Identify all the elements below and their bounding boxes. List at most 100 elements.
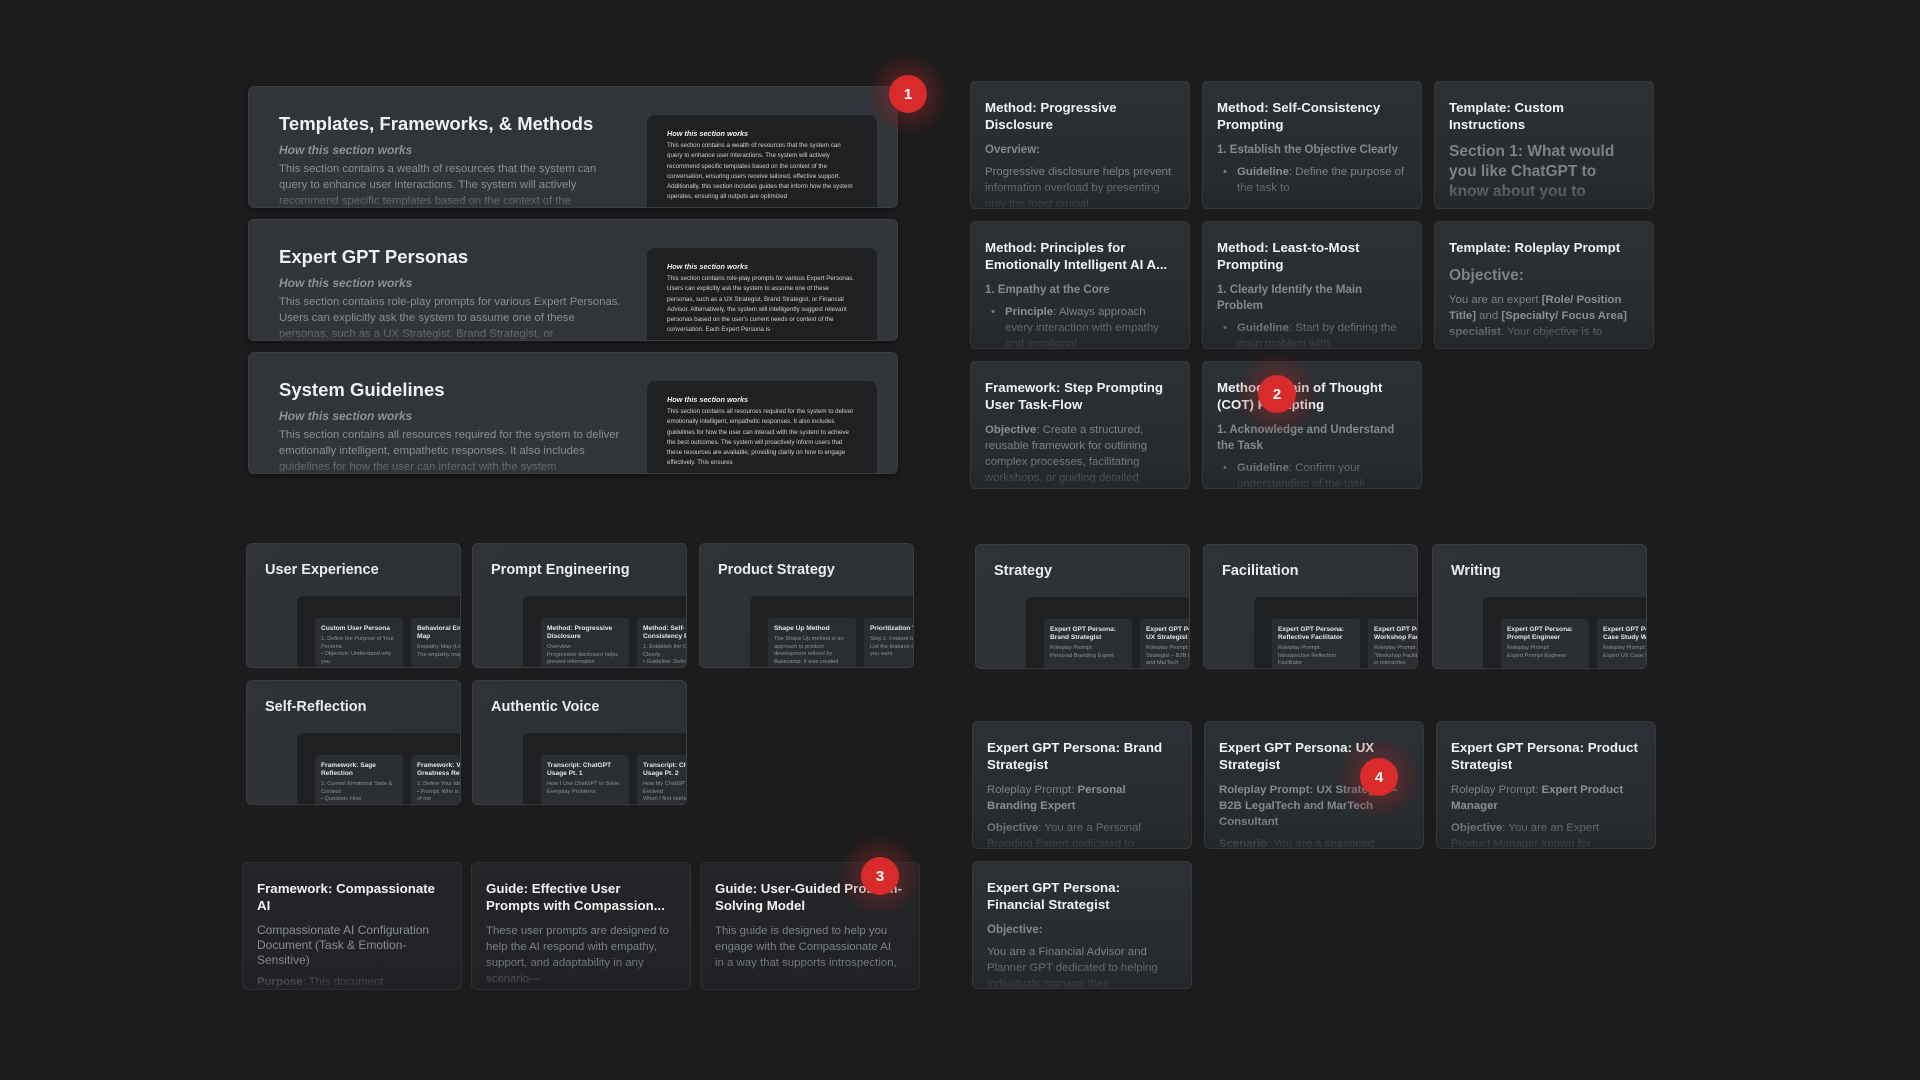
- mini-card-line: • Guideline: Define: [643, 659, 687, 665]
- mini-card-line: 1. Current Emotional State & Context:: [321, 781, 393, 795]
- guide-card[interactable]: Guide: Effective User Prompts with Compa…: [471, 862, 691, 990]
- preview-mini-card: Transcript: ChatGPT Usage Pt. 2 How My Ch…: [637, 755, 687, 804]
- mini-card-line: The Shape Up method is an approach to pr…: [774, 636, 844, 665]
- preview-mini-card: Expert GPT Persona: UX Strategist Rolepla…: [1140, 619, 1189, 668]
- section-card-templates[interactable]: Templates, Frameworks, & Methods How thi…: [248, 86, 898, 208]
- mini-card-title: Framework: Vision of Greatness Reflectio…: [417, 762, 461, 777]
- card-body: Section 1: What would you like ChatGPT t…: [1449, 142, 1637, 202]
- mini-card-line: How I Use ChatGPT to Solve Everyday Prob…: [547, 781, 620, 795]
- preview-mini-card: Expert GPT Persona: Reflective Facilitat…: [1272, 619, 1360, 668]
- card-body: Roleplay Prompt: Expert Product Manager …: [1451, 784, 1624, 849]
- persona-card[interactable]: Expert GPT Persona: Brand Strategist Rol…: [972, 721, 1192, 849]
- category-card[interactable]: User Experience Custom User Persona 1. Def…: [246, 543, 461, 668]
- card-title: Method: Progressive Disclosure: [985, 100, 1117, 132]
- card-body: Overview: Progressive disclosure helps p…: [985, 142, 1173, 209]
- category-card[interactable]: Authentic Voice Transcript: ChatGPT Usage…: [472, 680, 687, 805]
- persona-card[interactable]: Expert GPT Persona: Product Strategist R…: [1436, 721, 1656, 849]
- category-card[interactable]: Product Strategy Shape Up Method The Shape…: [699, 543, 914, 668]
- mini-card-line: 1. Define the Purpose of Your Persona: [321, 636, 395, 650]
- card-title: Expert GPT Persona: Brand Strategist: [987, 740, 1163, 772]
- card-body: 1. Acknowledge and Understand the Task G…: [1217, 422, 1405, 488]
- category-title: User Experience: [265, 562, 379, 578]
- card-bullet: Principle: Always approach every interac…: [991, 304, 1173, 348]
- preview-body: This section contains all resources requ…: [667, 408, 854, 467]
- card-text: Progressive disclosure helps prevent inf…: [985, 166, 1172, 209]
- mini-card-line: Progressive disclosure helps prevent inf…: [547, 651, 619, 666]
- mini-card-title: Transcript: ChatGPT Usage Pt. 1: [547, 762, 612, 777]
- mini-card-line: How My ChatGPT Workflow Evolved: [643, 781, 687, 795]
- resource-card[interactable]: Template: Custom Instructions Section 1:…: [1434, 81, 1654, 209]
- card-title: Method: Least-to-Most Prompting: [1217, 240, 1360, 272]
- section-subtitle: How this section works: [279, 409, 413, 423]
- preview-body: This section contains role-play prompts …: [667, 275, 855, 334]
- preview-mini-card: Behavioral Empathy Map Empathy Map (Left …: [411, 618, 460, 667]
- preview-mini-card: Framework: Vision of Greatness Reflectio…: [411, 755, 461, 804]
- category-title: Product Strategy: [718, 562, 835, 578]
- card-heading: Overview:: [985, 144, 1040, 156]
- badge-number: 3: [861, 857, 899, 895]
- preview-heading: How this section works: [667, 262, 749, 271]
- mini-card-line: Step 1: Feature Identification: [870, 636, 913, 642]
- section-preview: How this section works This section cont…: [647, 115, 877, 207]
- preview-heading: How this section works: [667, 129, 749, 138]
- mini-card-line: When I first started: [643, 796, 687, 802]
- card-heading: Section 1: What would you like ChatGPT t…: [1449, 143, 1615, 200]
- step-badge-4: 4: [1339, 737, 1419, 817]
- card-title: Expert GPT Persona: Product Strategist: [1451, 740, 1638, 772]
- card-title: Framework: Step Prompting User Task-Flow: [985, 380, 1164, 412]
- resource-card[interactable]: Method: Principles for Emotionally Intel…: [970, 221, 1190, 349]
- badge-number: 1: [889, 75, 927, 113]
- preview-mini-card: Transcript: ChatGPT Usage Pt. 1 How I Use…: [541, 755, 629, 804]
- preview-mini-card: Method: Self-Consistency Prompting 1. Est…: [637, 618, 687, 667]
- category-card[interactable]: Self-Reflection Framework: Sage Reflectio…: [246, 680, 461, 805]
- resource-card[interactable]: Method: Progressive Disclosure Overview:…: [970, 81, 1190, 209]
- card-heading: Objective:: [1449, 266, 1524, 284]
- preview-mini-card: Shape Up Method The Shape Up method is an…: [768, 618, 856, 667]
- mini-card-title: Transcript: ChatGPT Usage Pt. 2: [643, 762, 686, 777]
- mini-card-title: Expert GPT Persona: UX Strategist: [1146, 626, 1189, 641]
- section-card-personas[interactable]: Expert GPT Personas How this section wor…: [248, 219, 898, 341]
- mini-card-line: Roleplay Prompt:: [1278, 645, 1321, 651]
- mini-card-title: Expert GPT Persona: Case Study Writer: [1603, 626, 1647, 641]
- step-badge-3: 3: [840, 836, 920, 916]
- category-card[interactable]: Prompt Engineering Method: Progressive Di…: [472, 543, 687, 668]
- card-body: These user prompts are designed to help …: [486, 925, 669, 985]
- category-card[interactable]: Writing Expert GPT Persona: Prompt Engine…: [1432, 544, 1647, 669]
- category-card[interactable]: Strategy Expert GPT Persona: Brand Strate…: [975, 544, 1190, 669]
- category-preview: Expert GPT Persona: Brand Strategist Role…: [1026, 597, 1189, 668]
- resource-card[interactable]: Method: Self-Consistency Prompting 1. Es…: [1202, 81, 1422, 209]
- mini-card-line: 1. Establish the Objective Clearly: [643, 644, 687, 658]
- section-subtitle: How this section works: [279, 143, 413, 157]
- card-body: Objective: You are a Financial Advisor a…: [987, 922, 1175, 988]
- card-bullet: Guideline: Start by defining the main pr…: [1223, 320, 1405, 348]
- category-title: Strategy: [994, 563, 1053, 579]
- card-bullet: Guideline: Confirm your understanding of…: [1223, 460, 1405, 488]
- preview-mini-card: Custom User Persona 1. Define the Purpose…: [315, 618, 403, 667]
- card-body: 1. Establish the Objective Clearly Guide…: [1217, 142, 1405, 196]
- card-body: 1. Clearly Identify the Main Problem Gui…: [1217, 282, 1405, 348]
- section-description: This section contains all resources requ…: [279, 427, 624, 473]
- category-preview: Transcript: ChatGPT Usage Pt. 1 How I Use…: [523, 733, 687, 804]
- preview-mini-card: Prioritization Template Step 1: Feature I…: [864, 618, 913, 667]
- resource-card[interactable]: Template: Roleplay Prompt Objective: You…: [1434, 221, 1654, 349]
- persona-card[interactable]: Expert GPT Persona: Financial Strategist…: [972, 861, 1192, 989]
- badge-number: 4: [1360, 758, 1398, 796]
- mini-card-title: Prioritization Template: [870, 625, 913, 632]
- guide-card[interactable]: Framework: Compassionate AI Compassionat…: [242, 862, 462, 990]
- preview-mini-card: Expert GPT Persona: Workshop Facilitator…: [1368, 619, 1417, 668]
- category-title: Prompt Engineering: [491, 562, 630, 578]
- resource-card[interactable]: Framework: Step Prompting User Task-Flow…: [970, 361, 1190, 489]
- section-card-guidelines[interactable]: System Guidelines How this section works…: [248, 352, 898, 474]
- card-title: Guide: Effective User Prompts with Compa…: [486, 881, 665, 913]
- preview-mini-card: Expert GPT Persona: Brand Strategist Role…: [1044, 619, 1132, 668]
- card-heading: 1. Acknowledge and Understand the Task: [1217, 424, 1395, 452]
- card-body: Objective: Create a structured, reusable…: [985, 424, 1148, 484]
- card-title: Template: Custom Instructions: [1449, 100, 1565, 132]
- mini-card-line: Introspective Reflection Facilitator: [1278, 652, 1337, 667]
- resource-card[interactable]: Method: Least-to-Most Prompting 1. Clear…: [1202, 221, 1422, 349]
- category-card[interactable]: Facilitation Expert GPT Persona: Reflecti…: [1203, 544, 1418, 669]
- card-title: Expert GPT Persona: Financial Strategist: [987, 880, 1121, 912]
- card-bullet: Guideline: Define the purpose of the tas…: [1223, 164, 1405, 196]
- mini-card-title: Method: Progressive Disclosure: [547, 625, 613, 640]
- mini-card-title: Method: Self-Consistency Prompting: [643, 625, 686, 640]
